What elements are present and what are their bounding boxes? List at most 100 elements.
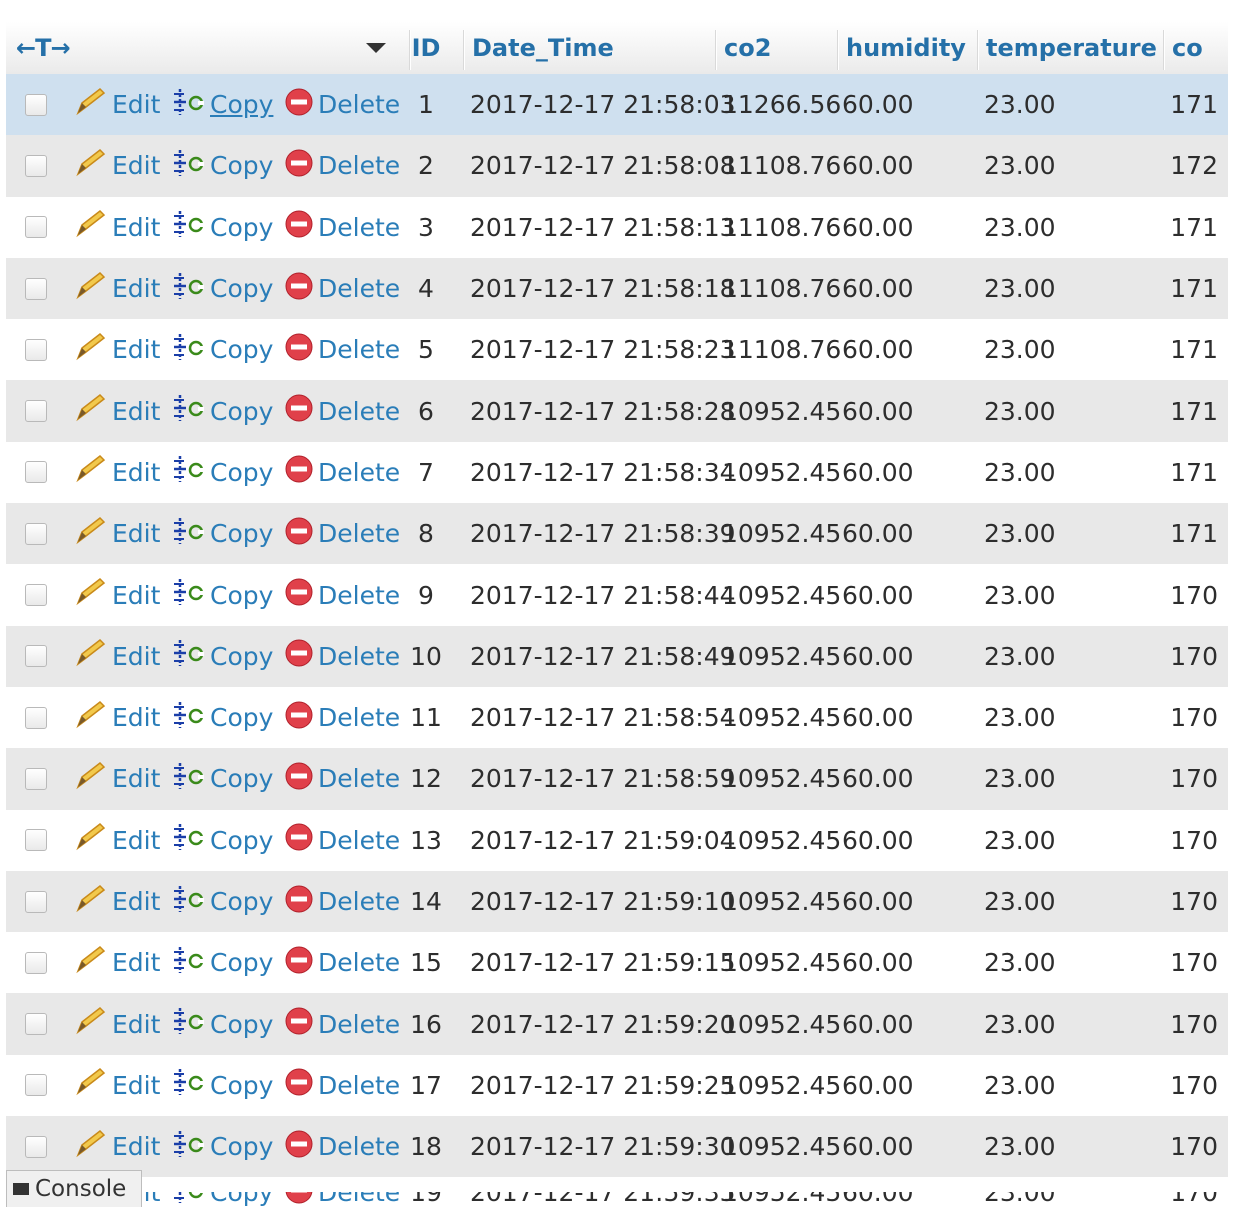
copy-link[interactable]: Copy	[170, 442, 273, 503]
copy-link[interactable]: Copy	[170, 503, 273, 564]
edit-link[interactable]: Edit	[72, 687, 160, 748]
delete-link[interactable]: Delete	[284, 258, 400, 319]
table-row[interactable]: Edit Copy Delete 15 2017-12-17 21:59:15 10952…	[6, 932, 1228, 994]
copy-link[interactable]: Copy	[170, 380, 273, 441]
table-row[interactable]: Edit Copy Delete 13 2017-12-17 21:59:04 10952…	[6, 809, 1228, 871]
column-header-temperature[interactable]: temperature	[986, 22, 1157, 74]
row-checkbox[interactable]	[22, 442, 50, 503]
row-checkbox[interactable]	[22, 932, 50, 993]
table-row[interactable]: Edit Copy Delete 14 2017-12-17 21:59:10 10952…	[6, 870, 1228, 933]
edit-link[interactable]: Edit	[72, 135, 160, 196]
table-row[interactable]: Edit Copy Delete 4 2017-12-17 21:58:18 11108.…	[6, 257, 1228, 320]
delete-link[interactable]: Delete	[284, 932, 400, 993]
delete-link[interactable]: Delete	[284, 380, 400, 441]
edit-link[interactable]: Edit	[72, 748, 160, 809]
column-header-id[interactable]: ID	[400, 22, 452, 74]
delete-link[interactable]: Delete	[284, 871, 400, 932]
table-row[interactable]: Edit Copy Delete 11 2017-12-17 21:58:54 10952…	[6, 686, 1228, 749]
edit-link[interactable]: Edit	[72, 1055, 160, 1116]
table-row[interactable]: Edit Copy Delete 12 2017-12-17 21:58:59 10952…	[6, 748, 1228, 810]
delete-link[interactable]: Delete	[284, 74, 400, 135]
copy-link[interactable]: Copy	[170, 687, 273, 748]
delete-link[interactable]: Delete	[284, 1116, 400, 1177]
delete-link[interactable]: Delete	[284, 197, 400, 258]
table-row[interactable]: Edit Copy Delete 10 2017-12-17 21:58:49 10952…	[6, 625, 1228, 687]
delete-link[interactable]: Delete	[284, 319, 400, 380]
row-checkbox[interactable]	[22, 197, 50, 258]
row-checkbox[interactable]	[22, 564, 50, 625]
delete-link[interactable]: Delete	[284, 687, 400, 748]
edit-link[interactable]: Edit	[72, 442, 160, 503]
edit-link[interactable]: Edit	[72, 626, 160, 687]
edit-link[interactable]: Edit	[72, 319, 160, 380]
delete-link[interactable]: Delete	[284, 1192, 400, 1210]
delete-link[interactable]: Delete	[284, 993, 400, 1054]
row-checkbox[interactable]	[22, 1055, 50, 1116]
copy-link[interactable]: Copy	[170, 1116, 273, 1177]
column-resize-arrows[interactable]: ←T→	[16, 22, 71, 74]
copy-link[interactable]: Copy	[170, 1192, 273, 1210]
column-header-co2[interactable]: co2	[724, 22, 771, 74]
edit-link[interactable]: Edit	[72, 197, 160, 258]
edit-link[interactable]: Edit	[72, 258, 160, 319]
edit-link[interactable]: Edit	[72, 871, 160, 932]
row-checkbox[interactable]	[22, 380, 50, 441]
row-checkbox[interactable]	[22, 626, 50, 687]
edit-link[interactable]: Edit	[72, 993, 160, 1054]
delete-link[interactable]: Delete	[284, 1055, 400, 1116]
sort-menu-icon[interactable]	[364, 22, 388, 74]
copy-link[interactable]: Copy	[170, 810, 273, 871]
table-row[interactable]: Edit Copy Delete 3 2017-12-17 21:58:13 11108.…	[6, 196, 1228, 258]
copy-link[interactable]: Copy	[170, 564, 273, 625]
table-row[interactable]: Edit Copy Delete 2 2017-12-17 21:58:08 11108.…	[6, 135, 1228, 197]
copy-link[interactable]: Copy	[170, 135, 273, 196]
console-button[interactable]: Console	[6, 1170, 142, 1207]
column-header-co[interactable]: co	[1172, 22, 1203, 74]
edit-link[interactable]: Edit	[72, 380, 160, 441]
row-checkbox[interactable]	[22, 748, 50, 809]
copy-link[interactable]: Copy	[170, 1055, 273, 1116]
edit-link[interactable]: Edit	[72, 503, 160, 564]
row-checkbox[interactable]	[22, 74, 50, 135]
delete-link[interactable]: Delete	[284, 748, 400, 809]
delete-link[interactable]: Delete	[284, 135, 400, 196]
row-checkbox[interactable]	[22, 319, 50, 380]
delete-link[interactable]: Delete	[284, 626, 400, 687]
copy-link[interactable]: Copy	[170, 74, 273, 135]
copy-link[interactable]: Copy	[170, 748, 273, 809]
copy-link[interactable]: Copy	[170, 258, 273, 319]
copy-link[interactable]: Copy	[170, 626, 273, 687]
row-checkbox[interactable]	[22, 503, 50, 564]
column-header-humidity[interactable]: humidity	[846, 22, 966, 74]
edit-link[interactable]: Edit	[72, 74, 160, 135]
row-checkbox[interactable]	[22, 871, 50, 932]
delete-link[interactable]: Delete	[284, 564, 400, 625]
edit-link[interactable]: Edit	[72, 810, 160, 871]
table-row[interactable]: Edit Copy Delete 8 2017-12-17 21:58:39 10952.…	[6, 503, 1228, 565]
table-row[interactable]: Edit Copy Delete 17 2017-12-17 21:59:25 10952…	[6, 1054, 1228, 1117]
delete-link[interactable]: Delete	[284, 810, 400, 871]
copy-link[interactable]: Copy	[170, 932, 273, 993]
row-checkbox[interactable]	[22, 810, 50, 871]
delete-link[interactable]: Delete	[284, 503, 400, 564]
copy-link[interactable]: Copy	[170, 993, 273, 1054]
table-row[interactable]: Edit Copy Delete 6 2017-12-17 21:58:28 10952.…	[6, 380, 1228, 442]
edit-link[interactable]: Edit	[72, 1116, 160, 1177]
table-row[interactable]: Edit Copy Delete 7 2017-12-17 21:58:34 10952.…	[6, 441, 1228, 504]
row-checkbox[interactable]	[22, 687, 50, 748]
row-checkbox[interactable]	[22, 135, 50, 196]
copy-link[interactable]: Copy	[170, 319, 273, 380]
table-row[interactable]: Edit Copy Delete 16 2017-12-17 21:59:20 10952…	[6, 993, 1228, 1055]
delete-link[interactable]: Delete	[284, 442, 400, 503]
edit-link[interactable]: Edit	[72, 932, 160, 993]
column-header-date-time[interactable]: Date_Time	[472, 22, 614, 74]
table-row[interactable]: EditCopyDelete192017-12-17 21:59:3510952…	[6, 1192, 1228, 1210]
row-checkbox[interactable]	[22, 1116, 50, 1177]
row-checkbox[interactable]	[22, 993, 50, 1054]
copy-link[interactable]: Copy	[170, 871, 273, 932]
table-row[interactable]: Edit Copy Delete 5 2017-12-17 21:58:23 11108.…	[6, 319, 1228, 381]
copy-link[interactable]: Copy	[170, 197, 273, 258]
row-checkbox[interactable]	[22, 258, 50, 319]
table-row[interactable]: Edit Copy Delete 18 2017-12-17 21:59:30 10952…	[6, 1116, 1228, 1178]
table-row[interactable]: Edit Copy Delete 1 2017-12-17 21:58:03 11266.…	[6, 74, 1228, 136]
